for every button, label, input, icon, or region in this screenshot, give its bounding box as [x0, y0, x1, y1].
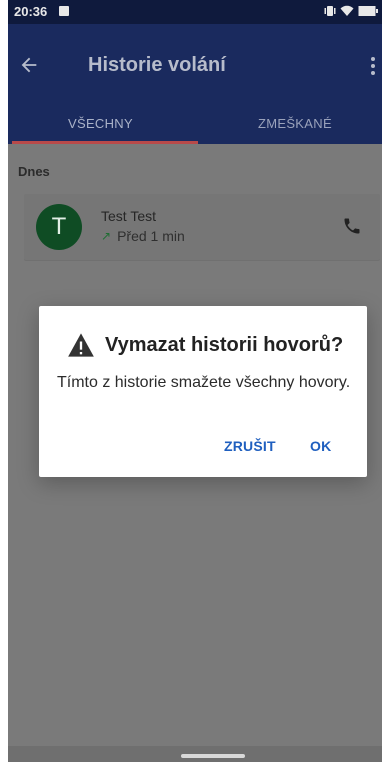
phone-screen: 20:36 Historie volání VŠECHNY ZMEŠKANÉ D…: [8, 0, 382, 762]
dialog-title: Vymazat historii hovorů?: [105, 333, 344, 356]
confirm-dialog: Vymazat historii hovorů? Tímto z histori…: [39, 306, 367, 477]
warning-icon: [68, 333, 94, 357]
cancel-button[interactable]: ZRUŠIT: [224, 438, 276, 454]
dialog-message: Tímto z historie smažete všechny hovory.: [57, 374, 351, 391]
dialog-header: Vymazat historii hovorů?: [67, 332, 343, 358]
dialog-scrim[interactable]: Vymazat historii hovorů? Tímto z histori…: [8, 0, 382, 762]
ok-button[interactable]: OK: [310, 438, 331, 454]
